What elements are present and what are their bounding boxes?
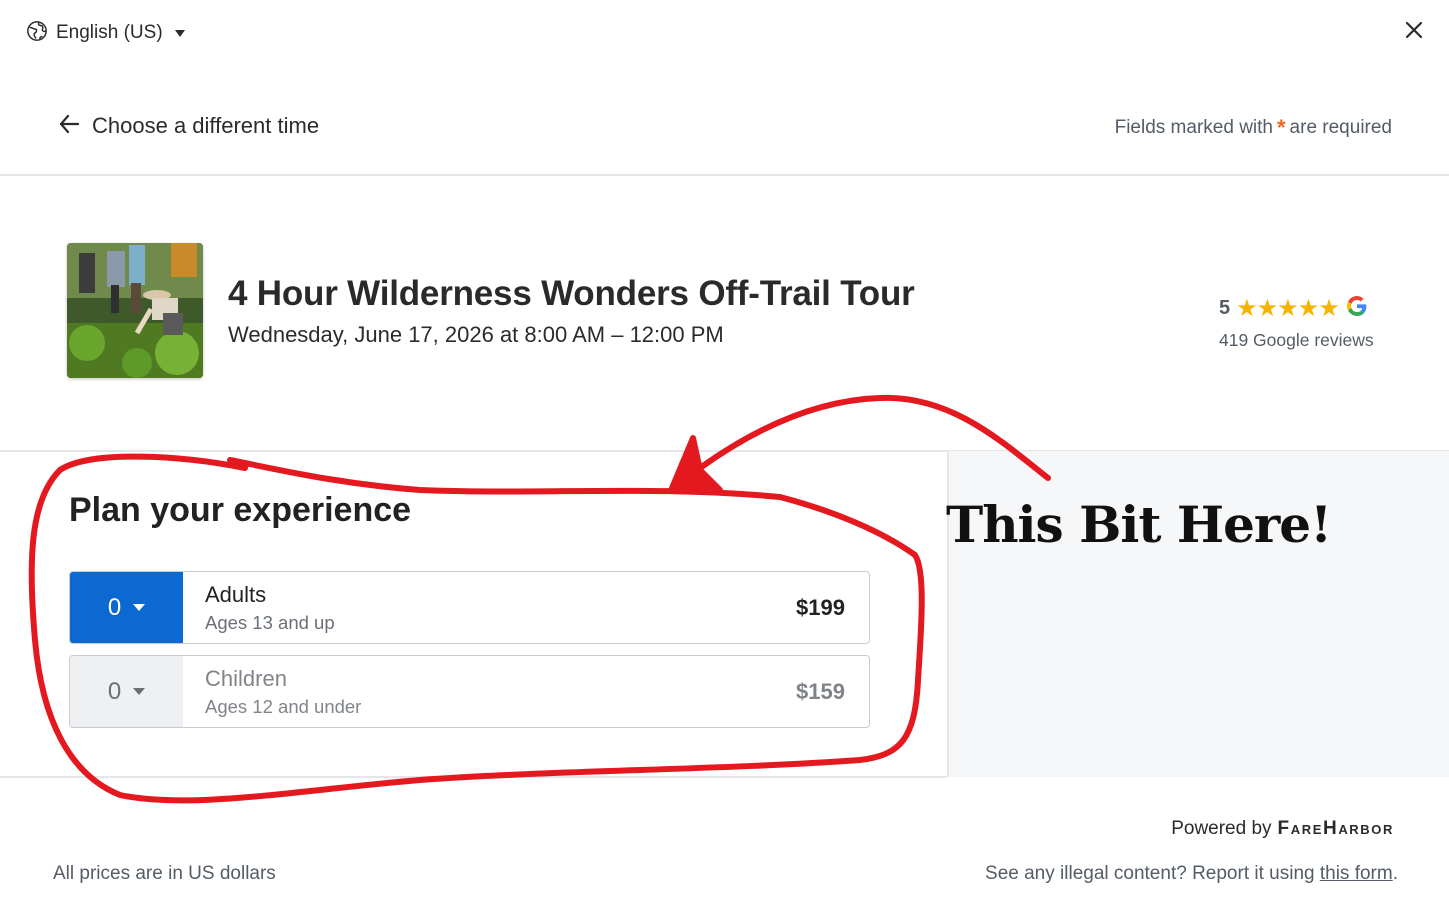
choose-different-time-link[interactable]: Choose a different time bbox=[58, 108, 319, 144]
chevron-down-icon bbox=[133, 604, 146, 611]
tour-thumbnail bbox=[67, 243, 203, 378]
prices-note: All prices are in US dollars bbox=[53, 863, 276, 884]
adults-quantity-select[interactable]: 0 bbox=[70, 572, 183, 643]
google-reviews-link[interactable]: 419 Google reviews bbox=[1219, 330, 1374, 351]
back-arrow-icon bbox=[58, 113, 80, 140]
close-button[interactable] bbox=[1398, 16, 1430, 48]
rating-stars: ★★★★★ bbox=[1236, 295, 1340, 322]
children-info: Children Ages 12 and under bbox=[183, 656, 695, 727]
divider bbox=[0, 174, 1449, 176]
children-quantity-select[interactable]: 0 bbox=[70, 656, 183, 727]
adults-price: $199 bbox=[796, 594, 845, 620]
rating-value: 5 bbox=[1219, 297, 1231, 319]
required-prefix: Fields marked with bbox=[1114, 117, 1273, 138]
children-price: $159 bbox=[796, 678, 845, 704]
annotation-arrowhead bbox=[669, 435, 723, 493]
required-star: * bbox=[1276, 115, 1286, 140]
close-icon bbox=[1405, 21, 1423, 44]
google-g-icon bbox=[1346, 296, 1367, 321]
plan-title: Plan your experience bbox=[69, 491, 412, 529]
adults-quantity-value: 0 bbox=[107, 593, 122, 621]
customer-type-row-children: 0 Children Ages 12 and under $159 bbox=[69, 655, 870, 728]
report-end: . bbox=[1392, 863, 1398, 884]
adults-ages: Ages 13 and up bbox=[205, 611, 335, 633]
adults-info: Adults Ages 13 and up bbox=[183, 572, 695, 643]
annotation-text: This Bit Here! bbox=[946, 495, 1332, 554]
report-text: See any illegal content? Report it using bbox=[985, 863, 1315, 884]
powered-by: Powered by FareHarbor bbox=[1171, 818, 1394, 840]
dropdown-caret-icon bbox=[174, 29, 185, 37]
tour-title: 4 Hour Wilderness Wonders Off-Trail Tour bbox=[228, 274, 915, 313]
language-selector[interactable]: English (US) bbox=[26, 18, 185, 48]
google-rating: 5 ★★★★★ bbox=[1219, 294, 1367, 323]
divider bbox=[0, 776, 947, 778]
report-content-note: See any illegal content? Report it using… bbox=[985, 863, 1398, 885]
chevron-down-icon bbox=[133, 688, 146, 695]
children-label: Children bbox=[205, 665, 287, 691]
tour-datetime: Wednesday, June 17, 2026 at 8:00 AM – 12… bbox=[228, 322, 724, 347]
required-suffix: are required bbox=[1289, 117, 1392, 138]
powered-by-label: Powered by bbox=[1171, 818, 1272, 839]
globe-icon bbox=[26, 20, 48, 47]
children-ages: Ages 12 and under bbox=[205, 695, 362, 717]
adults-label: Adults bbox=[205, 581, 267, 607]
language-label: English (US) bbox=[56, 22, 163, 43]
customer-type-row-adults: 0 Adults Ages 13 and up $199 bbox=[69, 571, 870, 644]
children-quantity-value: 0 bbox=[107, 677, 122, 705]
fareharbor-logo[interactable]: FareHarbor bbox=[1278, 818, 1394, 840]
required-fields-note: Fields marked with * are required bbox=[1114, 113, 1392, 140]
back-label: Choose a different time bbox=[92, 113, 320, 138]
report-form-link[interactable]: this form bbox=[1320, 863, 1393, 884]
